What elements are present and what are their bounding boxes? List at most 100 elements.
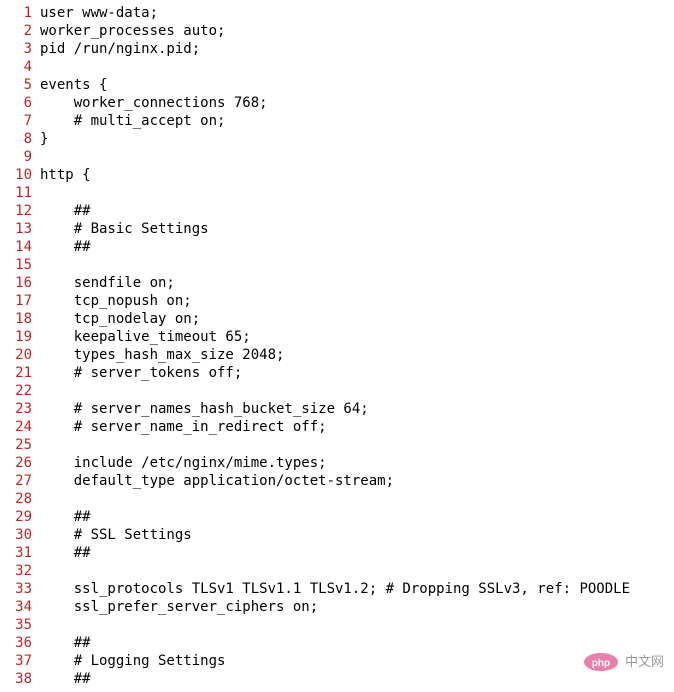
line-number: 6 bbox=[8, 94, 40, 112]
line-content: http { bbox=[40, 166, 91, 184]
line-content: user www-data; bbox=[40, 4, 158, 22]
code-line: 27 default_type application/octet-stream… bbox=[8, 472, 666, 490]
code-line: 22 bbox=[8, 382, 666, 400]
line-content: # SSL Settings bbox=[40, 526, 192, 544]
line-content: ## bbox=[40, 634, 91, 652]
code-line: 10http { bbox=[8, 166, 666, 184]
line-number: 20 bbox=[8, 346, 40, 364]
line-number: 24 bbox=[8, 418, 40, 436]
code-line: 33 ssl_protocols TLSv1 TLSv1.1 TLSv1.2; … bbox=[8, 580, 666, 598]
line-content: worker_connections 768; bbox=[40, 94, 268, 112]
code-line: 7 # multi_accept on; bbox=[8, 112, 666, 130]
line-number: 2 bbox=[8, 22, 40, 40]
line-content: events { bbox=[40, 76, 107, 94]
line-content: default_type application/octet-stream; bbox=[40, 472, 394, 490]
line-content: } bbox=[40, 130, 48, 148]
code-line: 5events { bbox=[8, 76, 666, 94]
code-line: 28 bbox=[8, 490, 666, 508]
code-line: 20 types_hash_max_size 2048; bbox=[8, 346, 666, 364]
line-content: # server_tokens off; bbox=[40, 364, 242, 382]
line-number: 13 bbox=[8, 220, 40, 238]
line-number: 33 bbox=[8, 580, 40, 598]
code-line: 17 tcp_nopush on; bbox=[8, 292, 666, 310]
line-number: 26 bbox=[8, 454, 40, 472]
line-content: worker_processes auto; bbox=[40, 22, 225, 40]
line-number: 22 bbox=[8, 382, 40, 400]
line-number: 9 bbox=[8, 148, 40, 166]
code-line: 11 bbox=[8, 184, 666, 202]
line-content: ssl_prefer_server_ciphers on; bbox=[40, 598, 318, 616]
code-line: 24 # server_name_in_redirect off; bbox=[8, 418, 666, 436]
line-number: 35 bbox=[8, 616, 40, 634]
line-content: include /etc/nginx/mime.types; bbox=[40, 454, 327, 472]
line-content: types_hash_max_size 2048; bbox=[40, 346, 284, 364]
line-content: # server_name_in_redirect off; bbox=[40, 418, 327, 436]
line-number: 17 bbox=[8, 292, 40, 310]
line-number: 27 bbox=[8, 472, 40, 490]
line-number: 32 bbox=[8, 562, 40, 580]
line-number: 1 bbox=[8, 4, 40, 22]
code-line: 13 # Basic Settings bbox=[8, 220, 666, 238]
line-content: tcp_nodelay on; bbox=[40, 310, 200, 328]
code-line: 34 ssl_prefer_server_ciphers on; bbox=[8, 598, 666, 616]
code-line: 35 bbox=[8, 616, 666, 634]
code-line: 8} bbox=[8, 130, 666, 148]
line-content: ## bbox=[40, 508, 91, 526]
line-content: tcp_nopush on; bbox=[40, 292, 192, 310]
line-number: 19 bbox=[8, 328, 40, 346]
line-number: 8 bbox=[8, 130, 40, 148]
code-line: 2worker_processes auto; bbox=[8, 22, 666, 40]
code-line: 30 # SSL Settings bbox=[8, 526, 666, 544]
code-line: 29 ## bbox=[8, 508, 666, 526]
line-content: keepalive_timeout 65; bbox=[40, 328, 251, 346]
line-number: 21 bbox=[8, 364, 40, 382]
line-content: ## bbox=[40, 202, 91, 220]
line-content: # multi_accept on; bbox=[40, 112, 225, 130]
line-content: ## bbox=[40, 544, 91, 562]
code-line: 31 ## bbox=[8, 544, 666, 562]
line-number: 18 bbox=[8, 310, 40, 328]
code-line: 21 # server_tokens off; bbox=[8, 364, 666, 382]
line-number: 38 bbox=[8, 670, 40, 688]
line-number: 14 bbox=[8, 238, 40, 256]
line-number: 34 bbox=[8, 598, 40, 616]
line-number: 16 bbox=[8, 274, 40, 292]
line-content: ## bbox=[40, 670, 91, 688]
code-line: 25 bbox=[8, 436, 666, 454]
line-content: ssl_protocols TLSv1 TLSv1.1 TLSv1.2; # D… bbox=[40, 580, 630, 598]
line-number: 29 bbox=[8, 508, 40, 526]
line-content: pid /run/nginx.pid; bbox=[40, 40, 200, 58]
code-line: 38 ## bbox=[8, 670, 666, 688]
code-line: 19 keepalive_timeout 65; bbox=[8, 328, 666, 346]
line-number: 4 bbox=[8, 58, 40, 76]
line-content: # Logging Settings bbox=[40, 652, 225, 670]
line-number: 11 bbox=[8, 184, 40, 202]
code-line: 32 bbox=[8, 562, 666, 580]
code-line: 9 bbox=[8, 148, 666, 166]
code-line: 1user www-data; bbox=[8, 4, 666, 22]
code-block: 1user www-data;2worker_processes auto;3p… bbox=[8, 4, 666, 688]
code-line: 6 worker_connections 768; bbox=[8, 94, 666, 112]
line-number: 10 bbox=[8, 166, 40, 184]
code-line: 36 ## bbox=[8, 634, 666, 652]
line-number: 12 bbox=[8, 202, 40, 220]
code-line: 14 ## bbox=[8, 238, 666, 256]
line-number: 5 bbox=[8, 76, 40, 94]
code-line: 26 include /etc/nginx/mime.types; bbox=[8, 454, 666, 472]
code-line: 3pid /run/nginx.pid; bbox=[8, 40, 666, 58]
line-number: 25 bbox=[8, 436, 40, 454]
code-line: 18 tcp_nodelay on; bbox=[8, 310, 666, 328]
line-number: 7 bbox=[8, 112, 40, 130]
line-number: 23 bbox=[8, 400, 40, 418]
line-number: 30 bbox=[8, 526, 40, 544]
line-content: # server_names_hash_bucket_size 64; bbox=[40, 400, 369, 418]
line-number: 37 bbox=[8, 652, 40, 670]
code-line: 23 # server_names_hash_bucket_size 64; bbox=[8, 400, 666, 418]
line-number: 3 bbox=[8, 40, 40, 58]
line-content: ## bbox=[40, 238, 91, 256]
line-content: sendfile on; bbox=[40, 274, 175, 292]
line-content: # Basic Settings bbox=[40, 220, 209, 238]
code-line: 4 bbox=[8, 58, 666, 76]
code-line: 15 bbox=[8, 256, 666, 274]
code-line: 16 sendfile on; bbox=[8, 274, 666, 292]
